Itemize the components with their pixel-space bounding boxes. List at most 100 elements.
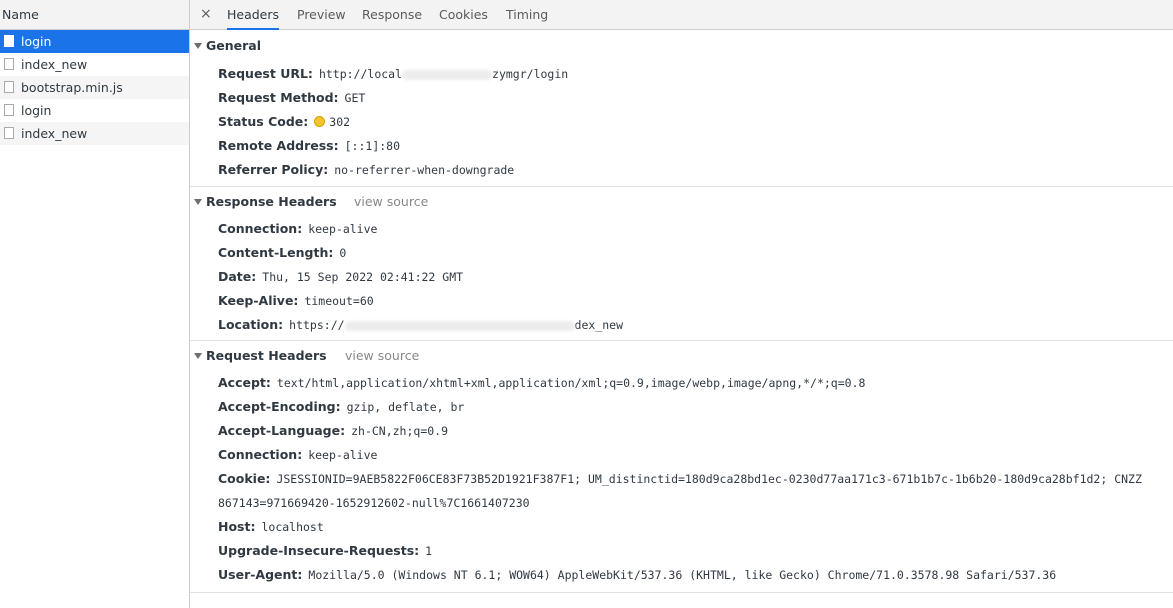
tab-headers[interactable]: Headers — [227, 0, 280, 30]
header-row: Referrer Policy: no-referrer-when-downgra… — [190, 158, 1173, 182]
header-value: keep-alive — [308, 222, 378, 236]
header-row: Content-Length: 0 — [190, 241, 1173, 265]
response-headers-section: Response Headers view source Connection:… — [190, 187, 1173, 341]
request-headers-section: Request Headers view source Accept: text/… — [190, 341, 1173, 593]
header-row: Location: https:// dex_new — [190, 313, 1173, 337]
header-row: Host: localhost — [190, 515, 1173, 539]
request-name: index_new — [21, 126, 88, 141]
header-row: User-Agent: Mozilla/5.0 (Windows NT 6.1; … — [190, 563, 1173, 587]
header-name: Referrer Policy: — [218, 162, 329, 177]
header-name: User-Agent: — [218, 567, 303, 582]
header-value: Mozilla/5.0 (Windows NT 6.1; WOW64) Appl… — [308, 568, 1057, 582]
request-row[interactable]: login — [0, 30, 189, 53]
file-icon — [4, 104, 14, 116]
request-row[interactable]: login — [0, 99, 189, 122]
header-row: Connection: keep-alive — [190, 217, 1173, 241]
header-row: Cookie: JSESSIONID=9AEB5822F06CE83F73B52D… — [190, 467, 1173, 491]
header-value: JSESSIONID=9AEB5822F06CE83F73B52D1921F38… — [276, 472, 1142, 486]
header-value: GET — [344, 91, 366, 105]
header-value: 0 — [339, 246, 347, 260]
header-row: Request URL: http://local zymgr/login — [190, 62, 1173, 86]
request-name: login — [21, 34, 52, 49]
request-row[interactable]: index_new — [0, 53, 189, 76]
header-name: Status Code: — [218, 114, 309, 129]
tab-timing[interactable]: Timing — [506, 0, 548, 29]
header-row: Keep-Alive: timeout=60 — [190, 289, 1173, 313]
header-name: Connection: — [218, 221, 303, 236]
header-value: Thu, 15 Sep 2022 02:41:22 GMT — [262, 270, 464, 284]
request-name: bootstrap.min.js — [21, 80, 123, 95]
general-title: General — [206, 38, 261, 53]
header-name: Connection: — [218, 447, 303, 462]
close-icon[interactable]: × — [200, 7, 212, 21]
header-name: Location: — [218, 317, 284, 332]
general-section-toggle[interactable]: General — [190, 30, 1173, 62]
name-column-header[interactable]: Name — [0, 0, 189, 30]
file-icon — [4, 58, 14, 70]
header-name: Request Method: — [218, 90, 339, 105]
request-headers-toggle[interactable]: Request Headers view source — [190, 341, 1173, 371]
header-value: zh-CN,zh;q=0.9 — [351, 424, 449, 438]
header-value-continuation: 867143=971669420-1652912602-null%7C16614… — [218, 496, 530, 510]
header-name: Accept-Encoding: — [218, 399, 341, 414]
header-value: 302 — [329, 115, 351, 129]
view-source-link[interactable]: view source — [345, 341, 419, 371]
header-name: Accept: — [218, 375, 271, 390]
header-row: Accept-Language: zh-CN,zh;q=0.9 — [190, 419, 1173, 443]
header-value: http://local — [318, 67, 403, 81]
request-row[interactable]: index_new — [0, 122, 189, 145]
redacted-region — [402, 69, 493, 80]
header-name: Cookie: — [218, 471, 271, 486]
header-value: https:// — [289, 318, 345, 332]
details-tab-bar: × Headers Preview Response Cookies Timin… — [190, 0, 1173, 30]
request-row[interactable]: bootstrap.min.js — [0, 76, 189, 99]
request-name: login — [21, 103, 52, 118]
header-name: Upgrade-Insecure-Requests: — [218, 543, 420, 558]
name-column-label: Name — [2, 7, 39, 22]
header-name: Date: — [218, 269, 257, 284]
header-row: Remote Address: [::1]:80 — [190, 134, 1173, 158]
file-icon — [4, 81, 14, 93]
request-name: index_new — [21, 57, 88, 72]
file-icon — [4, 35, 14, 47]
header-row: Request Method: GET — [190, 86, 1173, 110]
header-value: keep-alive — [308, 448, 378, 462]
response-headers-title: Response Headers — [206, 194, 337, 209]
header-value: no-referrer-when-downgrade — [334, 163, 515, 177]
header-name: Host: — [218, 519, 256, 534]
tab-preview[interactable]: Preview — [297, 0, 346, 29]
header-name: Content-Length: — [218, 245, 334, 260]
tab-response[interactable]: Response — [362, 0, 422, 29]
view-source-link[interactable]: view source — [354, 187, 428, 217]
triangle-down-icon — [194, 42, 202, 49]
redacted-region — [344, 320, 575, 331]
header-row: Accept-Encoding: gzip, deflate, br — [190, 395, 1173, 419]
header-name: Keep-Alive: — [218, 293, 299, 308]
request-headers-title: Request Headers — [206, 348, 327, 363]
header-row: Status Code: 302 — [190, 110, 1173, 134]
triangle-down-icon — [194, 352, 202, 359]
file-icon — [4, 127, 14, 139]
tab-cookies[interactable]: Cookies — [439, 0, 488, 29]
header-value: 1 — [425, 544, 433, 558]
header-value: timeout=60 — [304, 294, 374, 308]
request-list-panel: Name login index_new bootstrap.min.js lo… — [0, 0, 190, 608]
header-row: Accept: text/html,application/xhtml+xml,a… — [190, 371, 1173, 395]
header-value-tail: dex_new — [574, 318, 624, 332]
header-row: Upgrade-Insecure-Requests: 1 — [190, 539, 1173, 563]
header-value-tail: zymgr/login — [492, 67, 569, 81]
header-name: Remote Address: — [218, 138, 339, 153]
header-row-continuation: 867143=971669420-1652912602-null%7C16614… — [190, 491, 1173, 515]
request-details-panel: × Headers Preview Response Cookies Timin… — [190, 0, 1173, 608]
triangle-down-icon — [194, 198, 202, 205]
header-value: text/html,application/xhtml+xml,applicat… — [276, 376, 866, 390]
response-headers-toggle[interactable]: Response Headers view source — [190, 187, 1173, 217]
header-name: Request URL: — [218, 66, 313, 81]
header-value: [::1]:80 — [344, 139, 401, 153]
header-row: Date: Thu, 15 Sep 2022 02:41:22 GMT — [190, 265, 1173, 289]
header-row: Connection: keep-alive — [190, 443, 1173, 467]
status-dot-icon — [314, 116, 326, 127]
header-value: localhost — [261, 520, 324, 534]
header-name: Accept-Language: — [218, 423, 346, 438]
general-section: General Request URL: http://local zymgr/lo… — [190, 30, 1173, 187]
